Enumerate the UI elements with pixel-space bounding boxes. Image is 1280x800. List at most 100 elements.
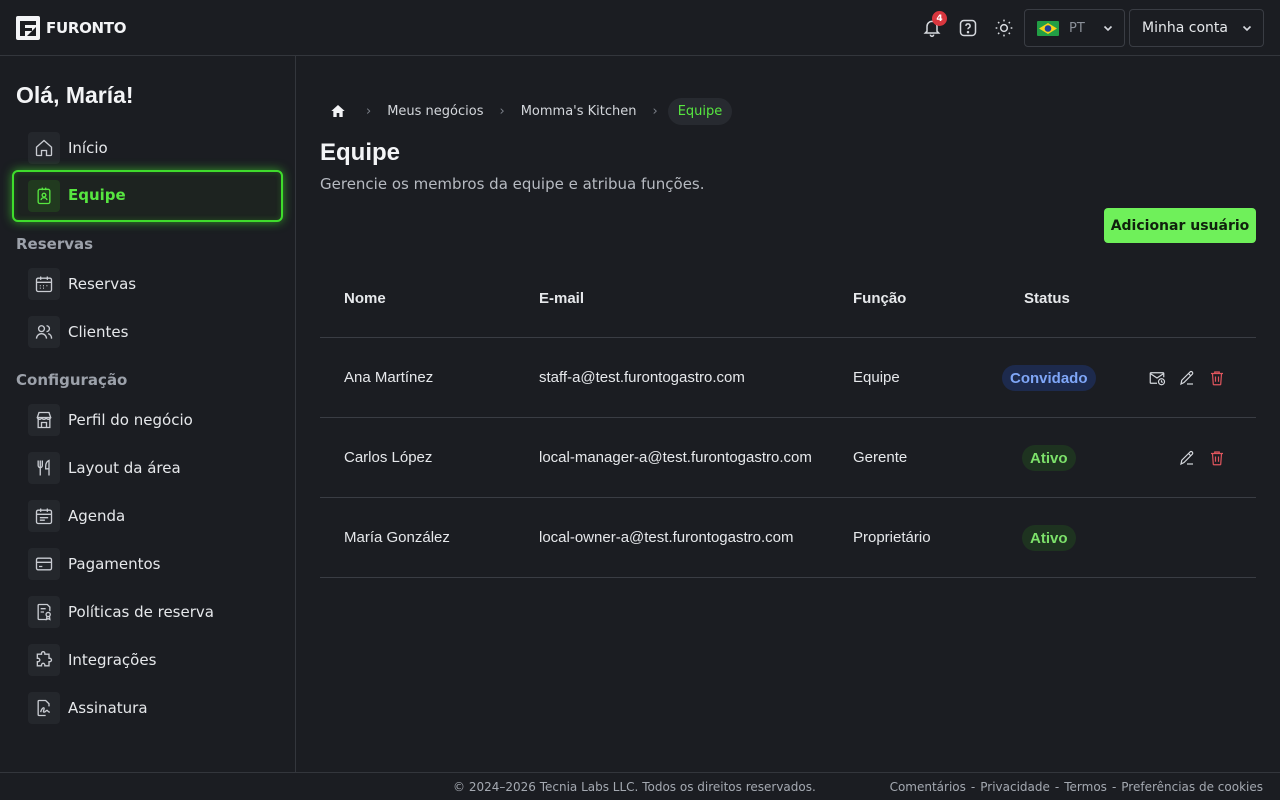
footer-link-comentarios[interactable]: Comentários [890, 780, 966, 794]
breadcrumb-separator-icon: › [652, 103, 658, 119]
sidebar-item-label: Layout da área [68, 459, 181, 477]
help-button[interactable] [954, 14, 982, 42]
column-header-email: E-mail [539, 290, 585, 307]
copyright-text: © 2024–2026 Tecnia Labs LLC. Todos os di… [453, 780, 816, 794]
member-name: Ana Martínez [344, 369, 434, 386]
utensils-icon [28, 452, 60, 484]
sidebar: Olá, María! Início Equipe Reservas Reser… [0, 56, 296, 772]
section-title-reservas: Reservas [16, 235, 94, 253]
notifications-button[interactable]: 4 [918, 11, 947, 42]
language-label: PT [1069, 20, 1085, 36]
greeting: Olá, María! [16, 82, 134, 108]
sidebar-item-pagamentos[interactable]: Pagamentos [28, 548, 161, 580]
signature-icon [28, 692, 60, 724]
footer-link-cookies[interactable]: Preferências de cookies [1121, 780, 1263, 794]
store-icon [28, 404, 60, 436]
footer-link-termos[interactable]: Termos [1064, 780, 1107, 794]
delete-button[interactable] [1206, 367, 1228, 389]
section-title-configuracao: Configuração [16, 371, 128, 389]
status-badge: Ativo [1022, 525, 1076, 551]
member-name: María González [344, 529, 450, 546]
delete-button[interactable] [1206, 447, 1228, 469]
sidebar-item-layout-area[interactable]: Layout da área [28, 452, 181, 484]
sidebar-item-politicas-reserva[interactable]: Políticas de reserva [28, 596, 214, 628]
breadcrumb-home[interactable] [320, 96, 356, 126]
page-title: Equipe [320, 139, 401, 166]
breadcrumb: › Meus negócios › Momma's Kitchen › Equi… [320, 96, 733, 126]
member-name: Carlos López [344, 449, 433, 466]
puzzle-icon [28, 644, 60, 676]
column-header-status: Status [1024, 290, 1070, 307]
sidebar-item-inicio[interactable]: Início [28, 132, 108, 164]
breadcrumb-separator-icon: › [366, 103, 372, 119]
users-icon [28, 316, 60, 348]
calendar-icon [28, 268, 60, 300]
policy-icon [28, 596, 60, 628]
edit-button[interactable] [1176, 367, 1198, 389]
home-icon [331, 105, 345, 117]
resend-invite-button[interactable] [1146, 367, 1168, 389]
column-header-funcao: Função [853, 290, 907, 307]
breadcrumb-business[interactable]: Momma's Kitchen [515, 104, 643, 119]
account-menu[interactable]: Minha conta [1129, 9, 1264, 47]
sidebar-item-integracoes[interactable]: Integrações [28, 644, 156, 676]
sidebar-item-agenda[interactable]: Agenda [28, 500, 125, 532]
card-icon [28, 548, 60, 580]
sidebar-item-reservas[interactable]: Reservas [28, 268, 136, 300]
team-table: Nome E-mail Função Status Ana Martínez s… [320, 258, 1256, 578]
sidebar-item-label: Assinatura [68, 699, 148, 717]
footer-links: Comentários - Privacidade - Termos - Pre… [890, 780, 1263, 794]
member-email: local-owner-a@test.furontogastro.com [539, 529, 794, 546]
sidebar-item-label: Pagamentos [68, 555, 161, 573]
sun-icon [995, 19, 1013, 37]
status-badge: Convidado [1002, 365, 1096, 391]
status-badge: Ativo [1022, 445, 1076, 471]
column-header-nome: Nome [344, 290, 386, 307]
sidebar-item-clientes[interactable]: Clientes [28, 316, 128, 348]
footer-link-privacidade[interactable]: Privacidade [980, 780, 1050, 794]
add-user-button[interactable]: Adicionar usuário [1104, 208, 1256, 243]
page-subtitle: Gerencie os membros da equipe e atribua … [320, 175, 705, 193]
footer-separator: - [970, 780, 976, 794]
trash-icon [1211, 451, 1223, 466]
breadcrumb-current: Equipe [667, 97, 733, 125]
footer: © 2024–2026 Tecnia Labs LLC. Todos os di… [0, 772, 1280, 800]
chevron-down-icon [1242, 25, 1252, 32]
top-bar: FURONTO 4 PT Minha conta [0, 0, 1280, 56]
sidebar-item-label: Equipe [68, 186, 126, 204]
breadcrumb-meus-negocios[interactable]: Meus negócios [381, 104, 489, 119]
sidebar-item-label: Reservas [68, 275, 137, 293]
footer-separator: - [1111, 780, 1117, 794]
edit-button[interactable] [1176, 447, 1198, 469]
sidebar-item-label: Perfil do negócio [68, 411, 193, 429]
table-row: María González local-owner-a@test.furont… [320, 498, 1256, 578]
badge-icon [28, 180, 60, 212]
pencil-icon [1180, 370, 1194, 386]
language-select[interactable]: PT [1024, 9, 1125, 47]
sidebar-item-assinatura[interactable]: Assinatura [28, 692, 148, 724]
table-row: Ana Martínez staff-a@test.furontogastro.… [320, 338, 1256, 418]
brand-name: FURONTO [46, 19, 127, 37]
account-label: Minha conta [1142, 20, 1228, 36]
member-role: Gerente [853, 449, 908, 466]
mail-clock-icon [1149, 372, 1166, 386]
breadcrumb-separator-icon: › [499, 103, 505, 119]
table-row: Carlos López local-manager-a@test.furont… [320, 418, 1256, 498]
sidebar-item-equipe[interactable]: Equipe [12, 170, 283, 222]
member-role: Equipe [853, 369, 900, 386]
logo-mark-icon [16, 16, 40, 40]
sidebar-item-label: Início [68, 139, 108, 157]
member-role: Proprietário [853, 529, 931, 546]
member-email: local-manager-a@test.furontogastro.com [539, 449, 812, 466]
schedule-icon [28, 500, 60, 532]
brand-logo[interactable]: FURONTO [16, 16, 126, 40]
sidebar-item-label: Políticas de reserva [68, 603, 214, 621]
home-icon [28, 132, 60, 164]
theme-toggle[interactable] [990, 14, 1018, 42]
pencil-icon [1180, 450, 1194, 466]
sidebar-item-label: Clientes [68, 323, 129, 341]
sidebar-item-perfil-negocio[interactable]: Perfil do negócio [28, 404, 193, 436]
chevron-down-icon [1103, 25, 1113, 32]
help-icon [959, 19, 977, 37]
table-header: Nome E-mail Função Status [320, 258, 1256, 338]
